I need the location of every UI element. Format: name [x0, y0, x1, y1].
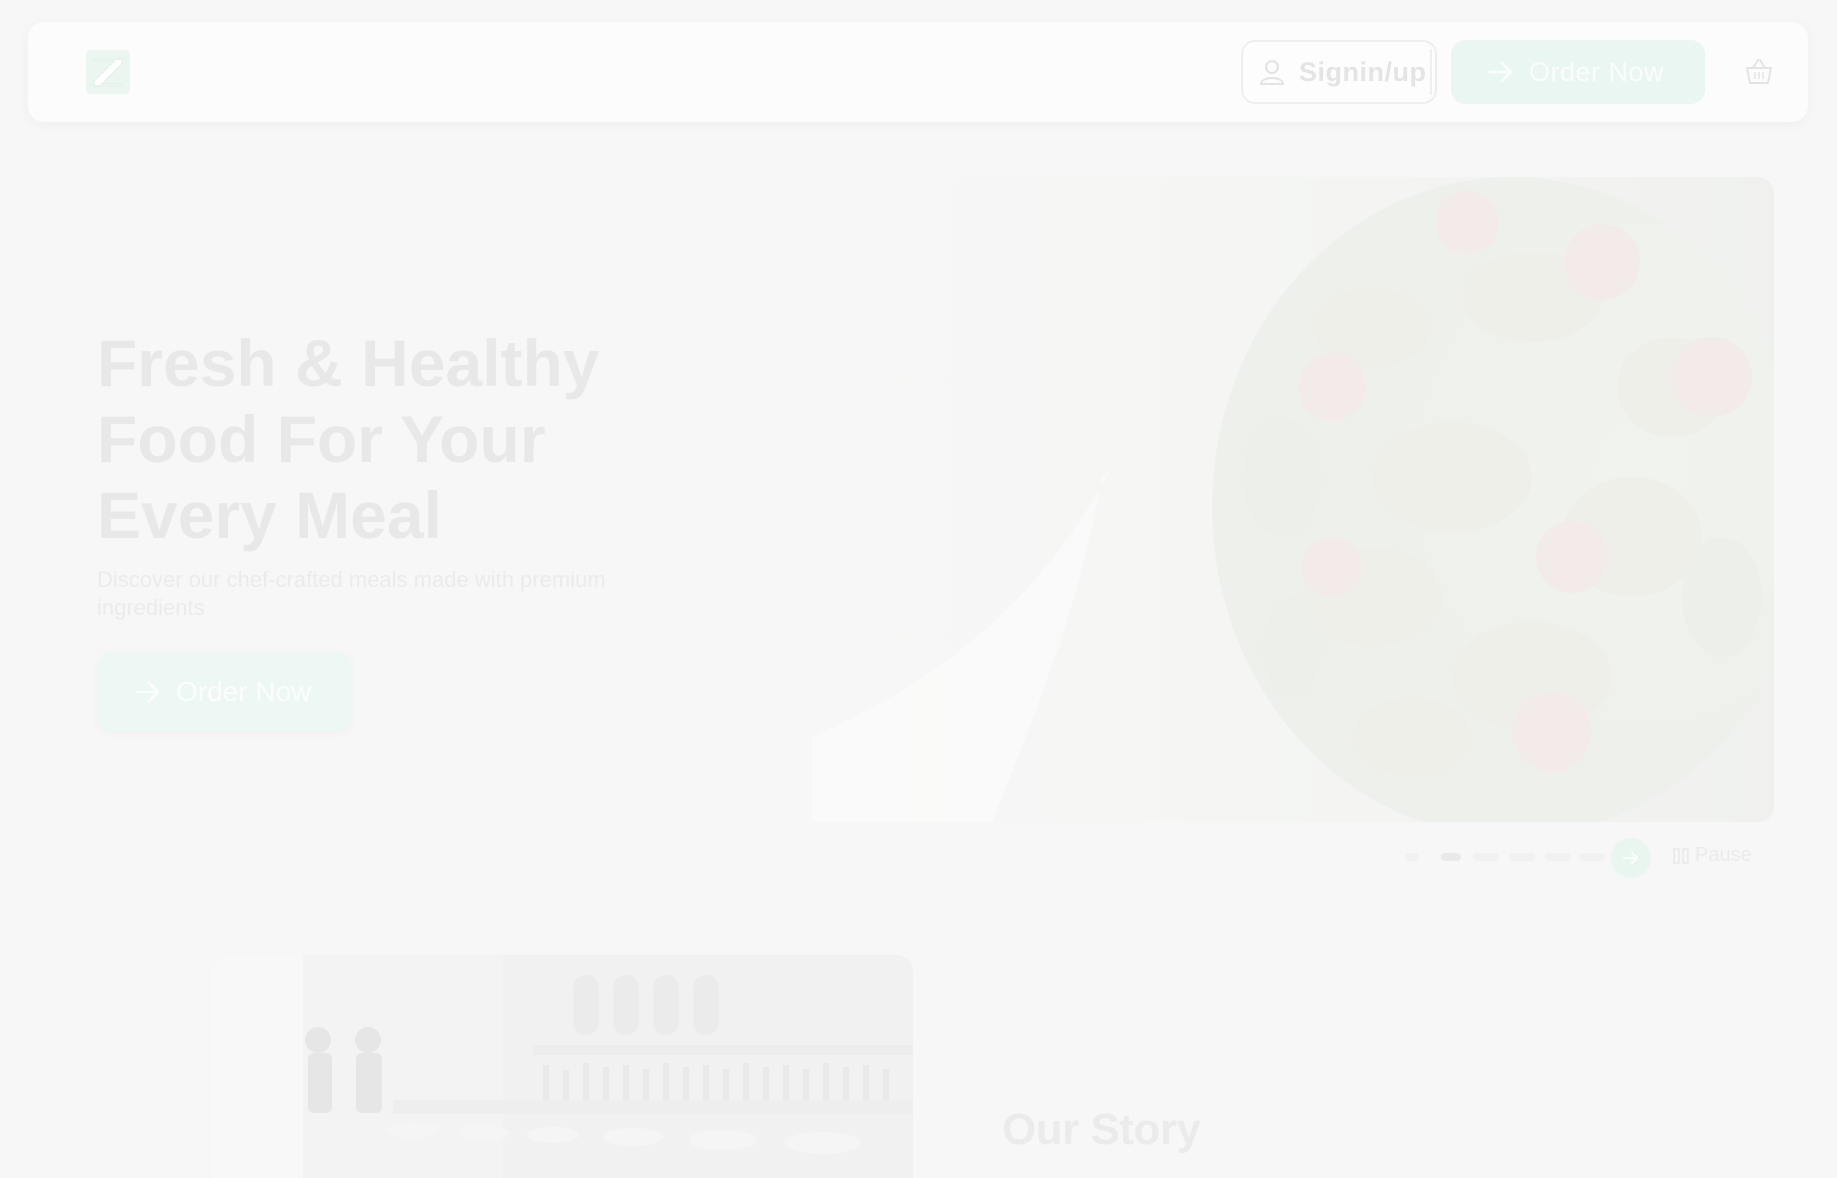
carousel-dot[interactable] [1545, 853, 1571, 861]
carousel-controls: Pause [1405, 838, 1765, 878]
arrow-right-icon [135, 681, 160, 703]
story-title: Our Story [1002, 1105, 1201, 1154]
story-restaurant-image [213, 955, 913, 1178]
carousel-dot[interactable] [1405, 853, 1419, 861]
order-now-button[interactable]: Order Now [1451, 40, 1705, 104]
carousel-dot-active[interactable] [1441, 853, 1461, 861]
hero-food-image [812, 177, 1774, 822]
hero-title-line: Fresh & Healthy [97, 326, 600, 400]
basket-icon[interactable] [1744, 57, 1774, 87]
order-now-label: Order Now [1529, 56, 1665, 87]
pause-label: Pause [1695, 844, 1752, 866]
z-logo-icon[interactable] [85, 49, 131, 95]
carousel-pause-button[interactable]: Pause [1673, 844, 1752, 867]
hero-subtitle: Discover our chef-crafted meals made wit… [97, 567, 606, 620]
user-icon [1259, 60, 1285, 85]
arrow-right-icon [1623, 852, 1638, 864]
carousel-dot[interactable] [1579, 853, 1605, 861]
hero-title-line: Food For Your [97, 402, 546, 476]
carousel-next-button[interactable] [1611, 838, 1651, 878]
pause-icon [1673, 847, 1689, 864]
hero-title-line: Every Meal [97, 478, 442, 552]
hero-order-now-label: Order Now [176, 676, 312, 707]
hero-title: Fresh & Healthy Food For Your Every Meal [97, 325, 717, 553]
hero-order-now-button[interactable]: Order Now [97, 653, 352, 731]
header-divider [1430, 49, 1432, 95]
carousel-dot[interactable] [1473, 853, 1499, 861]
arrow-right-icon [1488, 61, 1513, 83]
site-header: Signin/up Order Now [28, 22, 1808, 122]
carousel-dot[interactable] [1509, 853, 1535, 861]
signin-label: Signin/up [1299, 56, 1427, 87]
signin-button[interactable]: Signin/up [1241, 40, 1437, 104]
